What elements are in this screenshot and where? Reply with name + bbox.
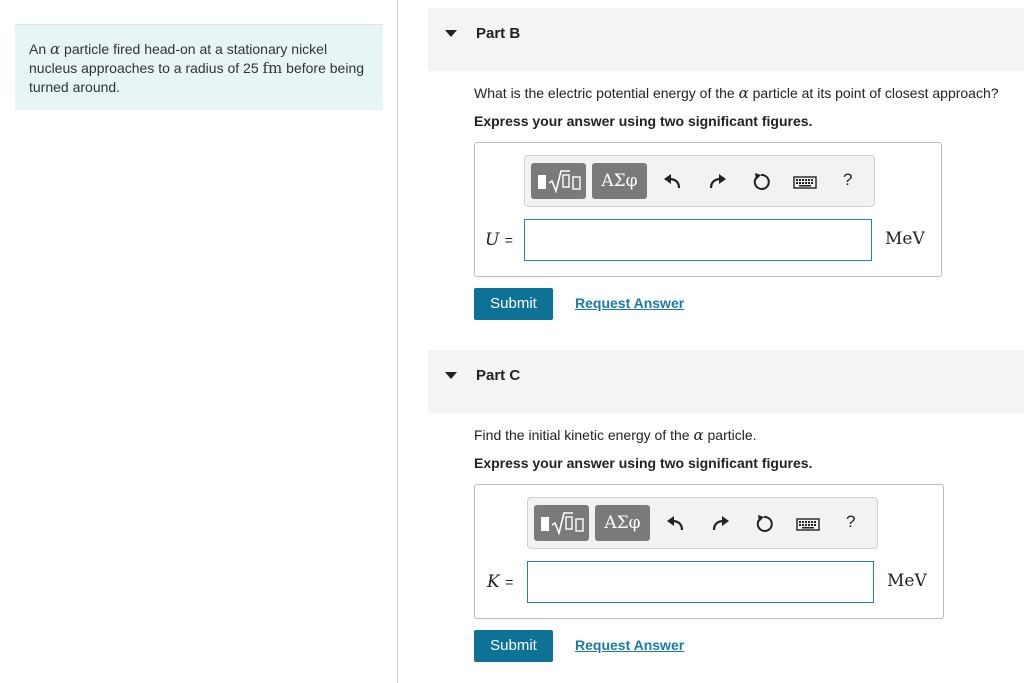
variable-symbol: K xyxy=(487,572,500,592)
question-text: particle at its point of closest approac… xyxy=(748,85,999,101)
part-c-answer-box: ΑΣφ ? K = MeV xyxy=(474,484,944,619)
variable-label: U = xyxy=(485,230,513,250)
redo-icon[interactable] xyxy=(706,171,728,193)
greek-letters-icon[interactable]: ΑΣφ xyxy=(592,163,647,199)
question-text: Find the initial kinetic energy of the xyxy=(474,427,694,443)
part-b-instruction: Express your answer using two significan… xyxy=(474,113,813,129)
answer-input[interactable] xyxy=(527,561,874,603)
equals-sign: = xyxy=(505,574,514,590)
redo-icon[interactable] xyxy=(709,513,731,535)
math-toolbar: ΑΣφ ? xyxy=(524,155,875,207)
alpha-symbol: α xyxy=(738,84,749,102)
request-answer-link[interactable]: Request Answer xyxy=(575,637,684,653)
question-text: What is the electric potential energy of… xyxy=(474,85,739,101)
part-b-question: What is the electric potential energy of… xyxy=(474,84,999,102)
undo-icon[interactable] xyxy=(662,171,684,193)
part-c-instruction: Express your answer using two significan… xyxy=(474,455,813,471)
alpha-symbol: α xyxy=(693,426,704,444)
keyboard-icon[interactable] xyxy=(793,171,817,193)
variable-label: K = xyxy=(487,572,513,592)
part-b-header[interactable]: Part B xyxy=(428,8,1024,71)
help-icon[interactable]: ? xyxy=(843,170,852,190)
collapse-caret-icon[interactable] xyxy=(445,30,457,37)
question-text: particle. xyxy=(703,427,757,443)
part-c-question: Find the initial kinetic energy of the α… xyxy=(474,426,757,444)
collapse-caret-icon[interactable] xyxy=(445,372,457,379)
submit-button[interactable]: Submit xyxy=(474,630,553,662)
reset-icon[interactable] xyxy=(753,513,775,535)
unit-label: MeV xyxy=(885,229,925,249)
problem-text-1: An xyxy=(29,41,51,57)
panel-divider xyxy=(397,0,398,683)
undo-icon[interactable] xyxy=(665,513,687,535)
part-b-title: Part B xyxy=(476,25,521,42)
radius-unit: fm xyxy=(262,59,283,77)
greek-letters-icon[interactable]: ΑΣφ xyxy=(595,505,650,541)
help-icon[interactable]: ? xyxy=(846,512,855,532)
problem-statement: An α particle fired head-on at a station… xyxy=(15,24,383,110)
reset-icon[interactable] xyxy=(750,171,772,193)
equals-sign: = xyxy=(504,232,513,248)
request-answer-link[interactable]: Request Answer xyxy=(575,295,684,311)
keyboard-icon[interactable] xyxy=(796,513,820,535)
part-c-header[interactable]: Part C xyxy=(428,350,1024,413)
part-c-title: Part C xyxy=(476,367,521,384)
alpha-symbol: α xyxy=(50,40,61,58)
part-b-answer-box: ΑΣφ ? U = MeV xyxy=(474,142,942,277)
answer-input[interactable] xyxy=(524,219,872,261)
variable-symbol: U xyxy=(485,230,500,250)
math-toolbar: ΑΣφ ? xyxy=(527,497,878,549)
radical-template-icon[interactable] xyxy=(534,505,589,541)
submit-button[interactable]: Submit xyxy=(474,288,553,320)
radical-template-icon[interactable] xyxy=(531,163,586,199)
unit-label: MeV xyxy=(887,571,927,591)
